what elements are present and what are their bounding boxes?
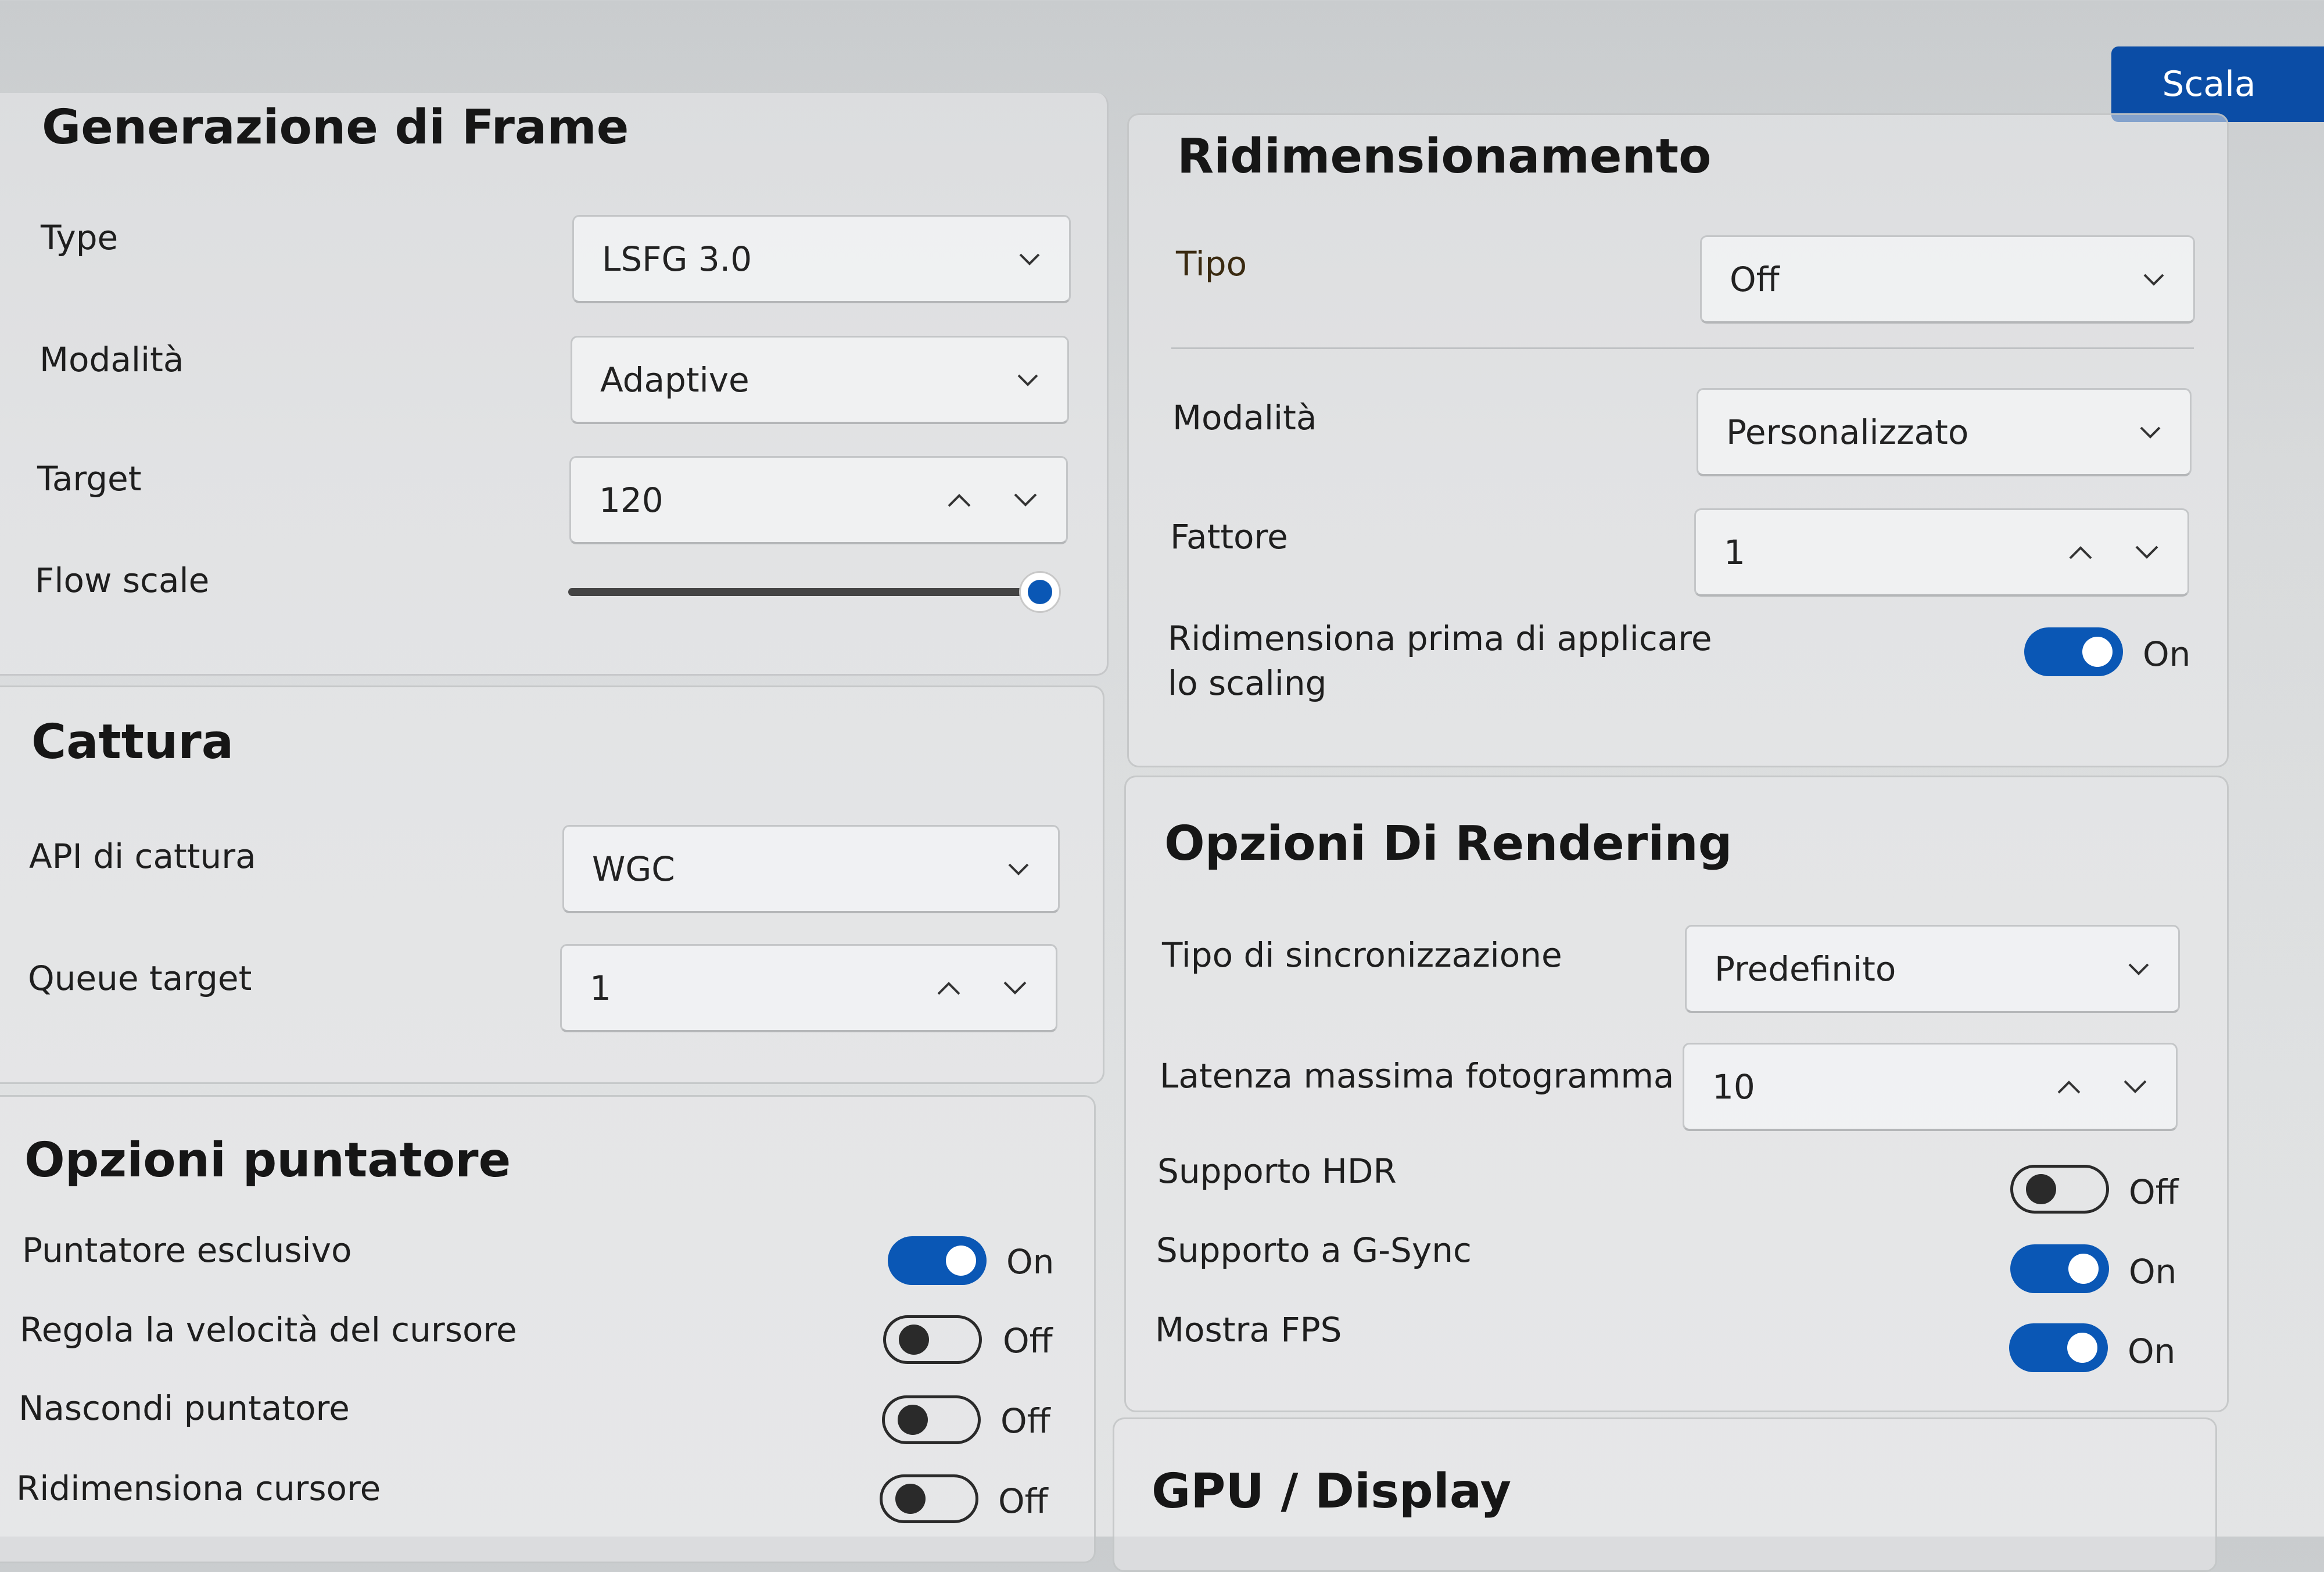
chevron-down-icon (1019, 253, 1040, 265)
factor-value: 1 (1724, 532, 1745, 572)
chevron-up-icon[interactable] (2056, 1079, 2082, 1095)
hdr-support-toggle[interactable] (2010, 1165, 2109, 1214)
max-frame-latency-label: Latenza massima fotogramma (1160, 1056, 1674, 1096)
resize-before-state: On (2143, 634, 2191, 674)
scaling-type-label: Tipo (1176, 244, 1247, 283)
capture-api-dropdown[interactable]: WGC (562, 825, 1060, 913)
frame-generation-title: Generazione di Frame (42, 100, 629, 155)
cursor-speed-state: Off (1003, 1321, 1053, 1361)
chevron-down-icon[interactable] (2134, 544, 2160, 561)
target-label: Target (37, 459, 142, 498)
resize-before-label-line2: lo scaling (1168, 663, 1327, 703)
chevron-down-icon (1017, 374, 1038, 386)
resize-cursor-toggle[interactable] (880, 1474, 978, 1523)
hdr-support-state: Off (2129, 1172, 2179, 1212)
chevron-up-icon[interactable] (936, 980, 962, 996)
rendering-options-title: Opzioni Di Rendering (1164, 816, 1733, 871)
scaling-type-dropdown[interactable]: Off (1700, 235, 2195, 324)
mode-dropdown[interactable]: Adaptive (571, 336, 1069, 424)
scaling-mode-value: Personalizzato (1726, 412, 1969, 452)
show-fps-state: On (2128, 1331, 2176, 1371)
scaling-mode-dropdown[interactable]: Personalizzato (1697, 388, 2192, 476)
sync-type-dropdown[interactable]: Predefinito (1685, 925, 2180, 1013)
resize-before-toggle[interactable] (2024, 627, 2123, 676)
cursor-speed-toggle[interactable] (883, 1315, 982, 1364)
mode-value: Adaptive (600, 360, 749, 400)
cursor-speed-label: Regola la velocità del cursore (20, 1310, 517, 1350)
flow-scale-slider-track[interactable] (568, 588, 1040, 596)
queue-target-label: Queue target (28, 959, 252, 998)
gpu-display-title: GPU / Display (1152, 1464, 1512, 1519)
capture-api-value: WGC (592, 849, 675, 889)
show-fps-label: Mostra FPS (1155, 1310, 1342, 1350)
exclusive-pointer-label: Puntatore esclusivo (22, 1230, 352, 1270)
pointer-options-title: Opzioni puntatore (24, 1133, 511, 1188)
gsync-support-label: Supporto a G-Sync (1156, 1230, 1472, 1270)
chevron-down-icon (2143, 274, 2164, 286)
hide-pointer-label: Nascondi puntatore (19, 1388, 350, 1428)
show-fps-toggle[interactable] (2009, 1323, 2108, 1372)
capture-api-label: API di cattura (29, 837, 256, 876)
hide-pointer-toggle[interactable] (882, 1395, 981, 1444)
scaling-title: Ridimensionamento (1177, 129, 1712, 184)
capture-title: Cattura (31, 715, 234, 770)
mode-label: Modalità (40, 340, 184, 379)
scaling-type-value: Off (1730, 259, 1780, 299)
type-dropdown[interactable]: LSFG 3.0 (572, 215, 1071, 303)
sync-type-value: Predefinito (1715, 949, 1896, 989)
hide-pointer-state: Off (1000, 1401, 1050, 1441)
queue-target-number-box[interactable]: 1 (560, 944, 1057, 1032)
chevron-up-icon[interactable] (2068, 544, 2093, 561)
chevron-down-icon[interactable] (2122, 1079, 2148, 1095)
resize-cursor-state: Off (998, 1481, 1048, 1521)
exclusive-pointer-state: On (1006, 1242, 1055, 1282)
chevron-down-icon[interactable] (1002, 980, 1028, 996)
max-frame-latency-value: 10 (1712, 1067, 1755, 1107)
target-number-box[interactable]: 120 (569, 456, 1068, 544)
queue-target-value: 1 (590, 968, 611, 1008)
chevron-down-icon (2140, 426, 2161, 439)
scala-button[interactable]: Scala (2111, 46, 2324, 122)
chevron-down-icon (2128, 963, 2149, 975)
chevron-down-icon (1008, 863, 1029, 875)
factor-label: Fattore (1170, 517, 1288, 557)
target-value: 120 (599, 480, 664, 520)
type-label: Type (41, 218, 119, 257)
max-frame-latency-number-box[interactable]: 10 (1683, 1043, 2178, 1131)
scaling-divider (1171, 347, 2194, 349)
hdr-support-label: Supporto HDR (1157, 1151, 1397, 1191)
factor-number-box[interactable]: 1 (1694, 508, 2189, 597)
resize-before-label-line1: Ridimensiona prima di applicare (1168, 619, 1712, 658)
flow-scale-label: Flow scale (35, 561, 210, 600)
chevron-down-icon[interactable] (1013, 492, 1038, 508)
gsync-support-state: On (2129, 1252, 2177, 1291)
type-value: LSFG 3.0 (602, 239, 752, 279)
gsync-support-toggle[interactable] (2010, 1244, 2109, 1293)
sync-type-label: Tipo di sincronizzazione (1162, 935, 1562, 975)
scaling-mode-label: Modalità (1172, 398, 1317, 437)
resize-cursor-label: Ridimensiona cursore (16, 1469, 381, 1508)
exclusive-pointer-toggle[interactable] (888, 1236, 987, 1285)
flow-scale-slider-thumb[interactable] (1019, 571, 1061, 613)
chevron-up-icon[interactable] (946, 492, 972, 508)
